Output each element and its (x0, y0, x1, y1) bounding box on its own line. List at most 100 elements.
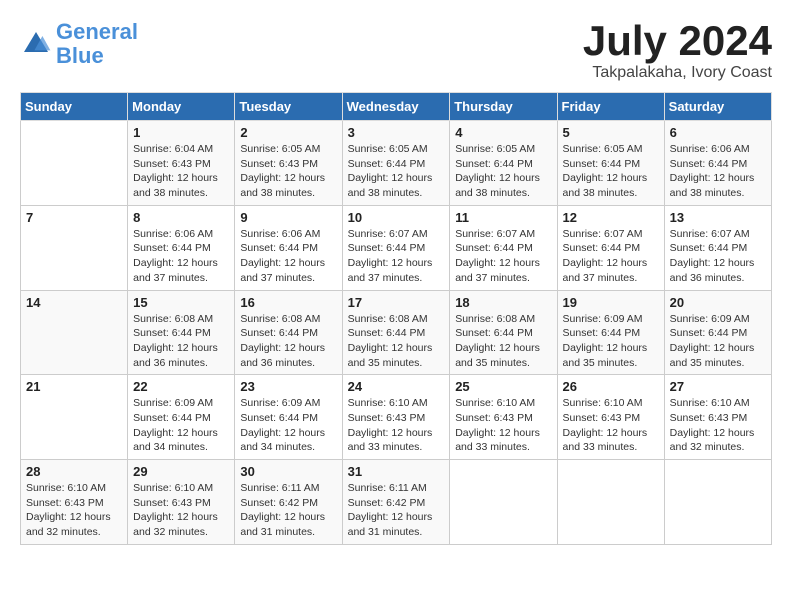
day-number: 24 (348, 379, 445, 394)
day-number: 25 (455, 379, 551, 394)
calendar-cell: 20 Sunrise: 6:09 AM Sunset: 6:44 PM Dayli… (664, 290, 771, 375)
page-header: General Blue July 2024 Takpalakaha, Ivor… (20, 20, 772, 82)
day-number: 4 (455, 125, 551, 140)
logo-line2: Blue (56, 43, 104, 68)
day-number: 23 (240, 379, 336, 394)
day-info: Sunrise: 6:09 AM Sunset: 6:44 PM Dayligh… (563, 312, 659, 371)
calendar-cell: 15Sunrise: 6:08 AM Sunset: 6:44 PM Dayli… (128, 290, 235, 375)
calendar-cell: 26Sunrise: 6:10 AM Sunset: 6:43 PM Dayli… (557, 375, 664, 460)
day-info: Sunrise: 6:09 AM Sunset: 6:44 PM Dayligh… (240, 396, 336, 455)
calendar-cell: 19 Sunrise: 6:09 AM Sunset: 6:44 PM Dayli… (557, 290, 664, 375)
day-number: 27 (670, 379, 766, 394)
calendar-week-row: 14 15Sunrise: 6:08 AM Sunset: 6:44 PM Day… (21, 290, 772, 375)
calendar-cell: 6 Sunrise: 6:06 AM Sunset: 6:44 PM Daylig… (664, 121, 771, 206)
day-number: 12 (563, 210, 659, 225)
day-number: 7 (26, 210, 122, 225)
day-number: 19 (563, 295, 659, 310)
calendar-cell: 8 Sunrise: 6:06 AM Sunset: 6:44 PM Daylig… (128, 205, 235, 290)
calendar-cell (450, 460, 557, 545)
day-info: Sunrise: 6:04 AM Sunset: 6:43 PM Dayligh… (133, 142, 229, 201)
calendar-cell: 16 Sunrise: 6:08 AM Sunset: 6:44 PM Dayli… (235, 290, 342, 375)
column-header-sunday: Sunday (21, 93, 128, 121)
calendar-cell: 11Sunrise: 6:07 AM Sunset: 6:44 PM Dayli… (450, 205, 557, 290)
day-info: Sunrise: 6:09 AM Sunset: 6:44 PM Dayligh… (133, 396, 229, 455)
day-info: Sunrise: 6:08 AM Sunset: 6:44 PM Dayligh… (240, 312, 336, 371)
logo-icon (20, 28, 52, 60)
day-info: Sunrise: 6:08 AM Sunset: 6:44 PM Dayligh… (348, 312, 445, 371)
column-header-monday: Monday (128, 93, 235, 121)
calendar-week-row: 78 Sunrise: 6:06 AM Sunset: 6:44 PM Dayli… (21, 205, 772, 290)
day-info: Sunrise: 6:05 AM Sunset: 6:44 PM Dayligh… (348, 142, 445, 201)
day-number: 10 (348, 210, 445, 225)
day-number: 11 (455, 210, 551, 225)
day-info: Sunrise: 6:07 AM Sunset: 6:44 PM Dayligh… (670, 227, 766, 286)
column-header-thursday: Thursday (450, 93, 557, 121)
calendar-cell: 7 (21, 205, 128, 290)
title-section: July 2024 Takpalakaha, Ivory Coast (583, 20, 772, 82)
day-info: Sunrise: 6:08 AM Sunset: 6:44 PM Dayligh… (455, 312, 551, 371)
calendar-cell: 22 Sunrise: 6:09 AM Sunset: 6:44 PM Dayli… (128, 375, 235, 460)
day-number: 2 (240, 125, 336, 140)
logo-line1: General (56, 19, 138, 44)
day-info: Sunrise: 6:10 AM Sunset: 6:43 PM Dayligh… (348, 396, 445, 455)
calendar-cell: 5 Sunrise: 6:05 AM Sunset: 6:44 PM Daylig… (557, 121, 664, 206)
day-info: Sunrise: 6:07 AM Sunset: 6:44 PM Dayligh… (563, 227, 659, 286)
calendar-cell (21, 121, 128, 206)
day-number: 29 (133, 464, 229, 479)
column-header-wednesday: Wednesday (342, 93, 450, 121)
calendar-cell: 10Sunrise: 6:07 AM Sunset: 6:44 PM Dayli… (342, 205, 450, 290)
calendar-cell: 23 Sunrise: 6:09 AM Sunset: 6:44 PM Dayli… (235, 375, 342, 460)
calendar-cell: 30Sunrise: 6:11 AM Sunset: 6:42 PM Dayli… (235, 460, 342, 545)
calendar-cell: 1Sunrise: 6:04 AM Sunset: 6:43 PM Daylig… (128, 121, 235, 206)
day-number: 26 (563, 379, 659, 394)
day-number: 28 (26, 464, 122, 479)
calendar-cell: 27 Sunrise: 6:10 AM Sunset: 6:43 PM Dayli… (664, 375, 771, 460)
calendar-cell: 21 (21, 375, 128, 460)
calendar-header-row: SundayMondayTuesdayWednesdayThursdayFrid… (21, 93, 772, 121)
day-number: 16 (240, 295, 336, 310)
column-header-friday: Friday (557, 93, 664, 121)
calendar-table: SundayMondayTuesdayWednesdayThursdayFrid… (20, 92, 772, 545)
day-info: Sunrise: 6:11 AM Sunset: 6:42 PM Dayligh… (348, 481, 445, 540)
day-number: 8 (133, 210, 229, 225)
calendar-cell: 18 Sunrise: 6:08 AM Sunset: 6:44 PM Dayli… (450, 290, 557, 375)
calendar-cell: 25Sunrise: 6:10 AM Sunset: 6:43 PM Dayli… (450, 375, 557, 460)
day-number: 31 (348, 464, 445, 479)
day-info: Sunrise: 6:10 AM Sunset: 6:43 PM Dayligh… (26, 481, 122, 540)
day-number: 20 (670, 295, 766, 310)
day-info: Sunrise: 6:06 AM Sunset: 6:44 PM Dayligh… (240, 227, 336, 286)
calendar-cell (557, 460, 664, 545)
day-info: Sunrise: 6:05 AM Sunset: 6:44 PM Dayligh… (563, 142, 659, 201)
day-number: 17 (348, 295, 445, 310)
day-number: 14 (26, 295, 122, 310)
day-info: Sunrise: 6:05 AM Sunset: 6:43 PM Dayligh… (240, 142, 336, 201)
calendar-cell: 3Sunrise: 6:05 AM Sunset: 6:44 PM Daylig… (342, 121, 450, 206)
column-header-saturday: Saturday (664, 93, 771, 121)
calendar-cell: 17 Sunrise: 6:08 AM Sunset: 6:44 PM Dayli… (342, 290, 450, 375)
calendar-cell (664, 460, 771, 545)
month-title: July 2024 (583, 20, 772, 62)
day-info: Sunrise: 6:10 AM Sunset: 6:43 PM Dayligh… (670, 396, 766, 455)
calendar-cell: 29 Sunrise: 6:10 AM Sunset: 6:43 PM Dayli… (128, 460, 235, 545)
day-info: Sunrise: 6:06 AM Sunset: 6:44 PM Dayligh… (670, 142, 766, 201)
day-info: Sunrise: 6:09 AM Sunset: 6:44 PM Dayligh… (670, 312, 766, 371)
day-info: Sunrise: 6:05 AM Sunset: 6:44 PM Dayligh… (455, 142, 551, 201)
day-info: Sunrise: 6:08 AM Sunset: 6:44 PM Dayligh… (133, 312, 229, 371)
day-number: 5 (563, 125, 659, 140)
day-info: Sunrise: 6:10 AM Sunset: 6:43 PM Dayligh… (133, 481, 229, 540)
calendar-cell: 13 Sunrise: 6:07 AM Sunset: 6:44 PM Dayli… (664, 205, 771, 290)
calendar-cell: 24 Sunrise: 6:10 AM Sunset: 6:43 PM Dayli… (342, 375, 450, 460)
day-number: 18 (455, 295, 551, 310)
logo: General Blue (20, 20, 138, 68)
day-number: 22 (133, 379, 229, 394)
calendar-cell: 14 (21, 290, 128, 375)
day-number: 6 (670, 125, 766, 140)
calendar-week-row: 1Sunrise: 6:04 AM Sunset: 6:43 PM Daylig… (21, 121, 772, 206)
day-number: 30 (240, 464, 336, 479)
calendar-week-row: 28 Sunrise: 6:10 AM Sunset: 6:43 PM Dayli… (21, 460, 772, 545)
day-number: 13 (670, 210, 766, 225)
day-info: Sunrise: 6:06 AM Sunset: 6:44 PM Dayligh… (133, 227, 229, 286)
calendar-cell: 31 Sunrise: 6:11 AM Sunset: 6:42 PM Dayli… (342, 460, 450, 545)
day-number: 9 (240, 210, 336, 225)
calendar-cell: 4 Sunrise: 6:05 AM Sunset: 6:44 PM Daylig… (450, 121, 557, 206)
